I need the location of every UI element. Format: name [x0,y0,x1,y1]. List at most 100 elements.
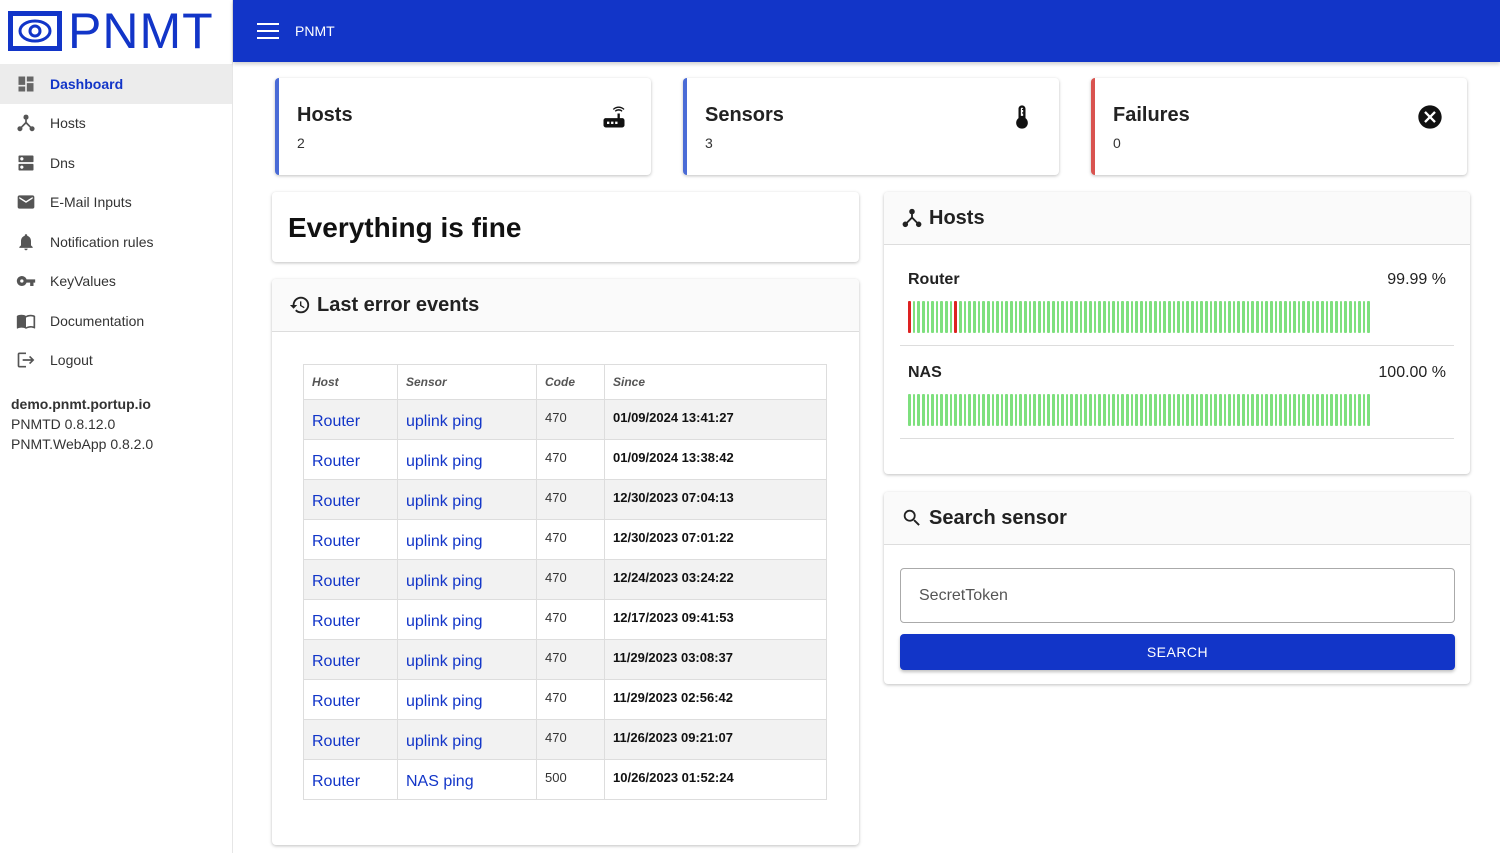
webapp-version: PNMT.WebApp 0.8.2.0 [11,436,154,452]
uptime-bar [1000,301,1004,333]
sidebar-nav: Dashboard Hosts Dns E-Mail Inputs Notifi… [0,64,232,380]
sensor-link[interactable]: uplink ping [397,639,537,680]
sensor-link[interactable]: uplink ping [397,679,537,720]
uptime-bar [1084,301,1087,333]
uptime-bar [1214,301,1217,333]
error-since: 12/24/2023 03:24:22 [604,559,827,600]
host-link[interactable]: Router [303,559,398,600]
error-since: 11/29/2023 03:08:37 [604,639,827,680]
search-input[interactable] [900,568,1455,623]
error-since: 12/17/2023 09:41:53 [604,599,827,640]
sidebar-item-dashboard[interactable]: Dashboard [0,64,232,104]
sensor-link[interactable]: uplink ping [397,519,537,560]
uptime-bar [1362,394,1366,426]
uptime-bar [1014,301,1018,333]
uptime-bar [1024,301,1027,333]
column-header[interactable]: Code [536,364,605,400]
uptime-bar [1334,301,1338,333]
uptime-bar [1321,301,1324,333]
table-row: Router uplink ping 470 11/26/2023 09:21:07 [303,719,827,760]
table-row: Router uplink ping 470 12/30/2023 07:01:22 [303,519,827,560]
table-row: Router uplink ping 470 11/29/2023 02:56:42 [303,679,827,720]
uptime-bar [908,301,911,333]
uptime-bar [1325,301,1329,333]
uptime-bar [1200,394,1203,426]
panel-header: Last error events [272,279,859,332]
column-header[interactable]: Since [604,364,827,400]
host-link[interactable]: Router [303,599,398,640]
uptime-bar [1242,394,1245,426]
panel-header: Hosts [884,192,1470,245]
sensor-link[interactable]: uplink ping [397,719,537,760]
uptime-bar [1246,394,1250,426]
uptime-bar [1279,394,1282,426]
host-link[interactable]: Router [303,759,398,800]
host-link[interactable]: Router [303,519,398,560]
column-header[interactable]: Sensor [397,364,537,400]
host-uptime-item[interactable]: Router 99.99 % [900,245,1454,346]
host-link[interactable]: Router [303,639,398,680]
stat-count: 0 [1113,135,1121,151]
mail-icon [16,192,36,212]
sensor-link[interactable]: NAS ping [397,759,537,800]
host-link[interactable]: Router [303,399,398,440]
uptime-bar [1232,301,1236,333]
uptime-bar [1033,394,1036,426]
uptime-bar [954,301,958,333]
sensors-stat-card[interactable]: Sensors 3 [683,78,1059,175]
uptime-bar [917,301,920,333]
host-uptime-item[interactable]: NAS 100.00 % [900,346,1454,439]
uptime-bar [1116,301,1120,333]
uptime-bar [1367,301,1371,333]
sensor-link[interactable]: uplink ping [397,439,537,480]
error-code: 470 [536,439,605,480]
host-link[interactable]: Router [303,679,398,720]
sidebar-item-label: Documentation [50,312,145,329]
error-since: 11/29/2023 02:56:42 [604,679,827,720]
hamburger-menu-icon[interactable] [257,23,279,39]
uptime-bar [908,394,911,426]
sensor-link[interactable]: uplink ping [397,479,537,520]
sidebar-item-notification-rules[interactable]: Notification rules [0,222,232,262]
sidebar-item-hosts[interactable]: Hosts [0,104,232,144]
host-link[interactable]: Router [303,719,398,760]
table-row: Router uplink ping 470 01/09/2024 13:38:42 [303,439,827,480]
uptime-bar [1288,394,1292,426]
uptime-bar [926,394,930,426]
uptime-bar [1191,301,1194,333]
host-link[interactable]: Router [303,479,398,520]
sidebar-item-dns[interactable]: Dns [0,143,232,183]
sidebar-item-keyvalues[interactable]: KeyValues [0,262,232,302]
uptime-bar [986,394,990,426]
sensor-link[interactable]: uplink ping [397,399,537,440]
sidebar-item-logout[interactable]: Logout [0,341,232,381]
uptime-bar [986,301,990,333]
column-header[interactable]: Host [303,364,398,400]
uptime-bar [1200,301,1203,333]
table-row: Router uplink ping 470 12/30/2023 07:04:13 [303,479,827,520]
sidebar-item-documentation[interactable]: Documentation [0,301,232,341]
table-row: Router uplink ping 470 01/09/2024 13:41:27 [303,399,827,440]
hosts-stat-card[interactable]: Hosts 2 [275,78,651,175]
uptime-bar [1107,301,1111,333]
uptime-bar [1047,394,1050,426]
uptime-bar [954,394,958,426]
table-row: Router uplink ping 470 11/29/2023 03:08:37 [303,639,827,680]
uptime-bar [921,301,925,333]
host-link[interactable]: Router [303,439,398,480]
uptime-bar [1358,301,1361,333]
table-header-row: Host Sensor Code Since [303,364,827,400]
uptime-bar [949,301,953,333]
failures-stat-card[interactable]: Failures 0 [1091,78,1467,175]
table-row: Router NAS ping 500 10/26/2023 01:52:24 [303,759,827,800]
uptime-bar [1256,301,1259,333]
uptime-bar [1228,394,1231,426]
sidebar-item-email-inputs[interactable]: E-Mail Inputs [0,183,232,223]
uptime-bar [1195,394,1199,426]
sensor-link[interactable]: uplink ping [397,599,537,640]
search-button[interactable]: SEARCH [900,634,1455,670]
uptime-bar [1144,394,1148,426]
uptime-bar [1344,301,1347,333]
app-logo[interactable]: PNMT [0,0,232,62]
sensor-link[interactable]: uplink ping [397,559,537,600]
